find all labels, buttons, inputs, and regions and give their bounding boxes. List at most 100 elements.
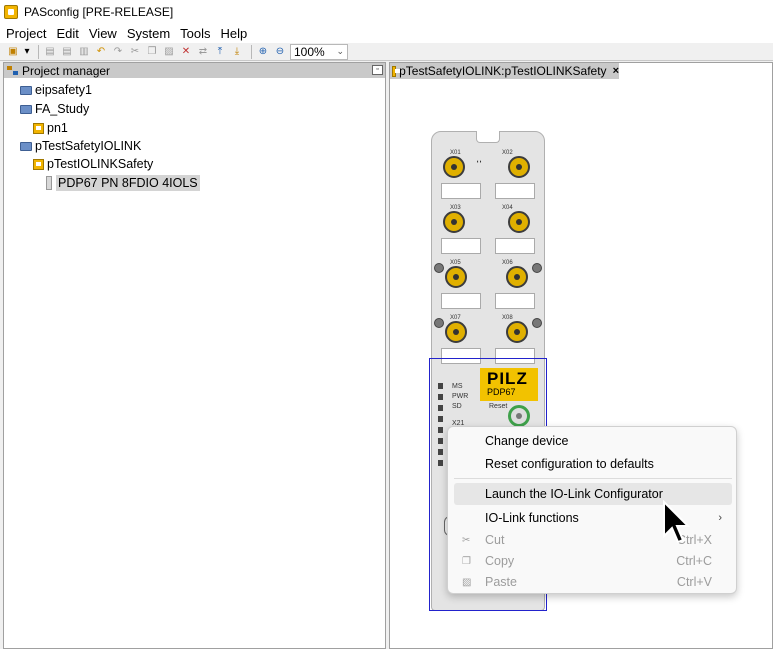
tree-item-label: FA_Study — [35, 102, 90, 116]
project-icon — [33, 158, 44, 170]
m12-connector-icon[interactable] — [506, 321, 528, 343]
zoom-value: 100% — [294, 44, 325, 59]
menu-system[interactable]: System — [123, 26, 174, 41]
folder-icon — [20, 141, 32, 151]
screw-icon — [434, 263, 444, 273]
window-title: PASconfig [PRE-RELEASE] — [24, 4, 174, 19]
menu-item-copy[interactable]: ❐ Copy Ctrl+C — [454, 550, 732, 572]
tree-item-label: eipsafety1 — [35, 83, 92, 97]
tree-item-pn1[interactable]: pn1 — [33, 119, 68, 137]
m12-connector-icon[interactable] — [508, 211, 530, 233]
m12-connector-icon[interactable] — [443, 211, 465, 233]
screw-icon — [434, 318, 444, 328]
tab-ptestiolinksafety[interactable]: pTestSafetyIOLINK:pTestIOLINKSafety × — [390, 63, 619, 79]
copy-icon[interactable]: ❐ — [145, 45, 159, 59]
m12-connector-icon[interactable] — [508, 156, 530, 178]
m12-connector-icon[interactable] — [445, 321, 467, 343]
port-label-field[interactable] — [495, 238, 535, 254]
save-all-icon[interactable]: ▤ — [60, 45, 74, 59]
pasconfig-app-icon — [4, 4, 18, 19]
toolbar-separator — [38, 44, 39, 59]
port-label-field[interactable] — [495, 293, 535, 309]
port-label-field[interactable] — [495, 183, 535, 199]
zoom-out-icon[interactable]: ⊖ — [273, 45, 287, 59]
zoom-select[interactable]: 100% ⌄ — [290, 43, 348, 60]
chevron-right-icon: › — [718, 512, 722, 524]
menu-tools[interactable]: Tools — [176, 26, 214, 41]
cut-icon: ✂ — [462, 534, 471, 546]
port-label-x06: X06 — [502, 260, 513, 266]
paste-icon[interactable]: ▨ — [162, 45, 176, 59]
port-label-field[interactable] — [441, 238, 481, 254]
tab-label: pTestSafetyIOLINK:pTestIOLINKSafety — [399, 64, 607, 78]
tree-item-ptestsafetyiolink[interactable]: pTestSafetyIOLINK — [20, 137, 141, 155]
m12-connector-icon[interactable] — [445, 266, 467, 288]
project-icon — [392, 65, 401, 77]
dropdown-arrow-icon[interactable]: ▾ — [23, 45, 31, 59]
tree-item-fa-study[interactable]: FA_Study — [20, 100, 89, 118]
menu-view[interactable]: View — [85, 26, 121, 41]
menu-bar: Project Edit View System Tools Help — [0, 23, 773, 43]
menu-item-label: Launch the IO-Link Configurator — [485, 487, 663, 501]
port-label-x04: X04 — [502, 205, 513, 211]
menu-item-launch-iolink-configurator[interactable]: Launch the IO-Link Configurator — [454, 483, 732, 505]
print-icon[interactable]: ▥ — [77, 45, 91, 59]
menu-item-label: Paste — [485, 575, 517, 589]
title-bar: PASconfig [PRE-RELEASE] — [0, 0, 773, 23]
undo-icon[interactable]: ↶ — [94, 45, 108, 59]
menu-item-label: IO-Link functions — [485, 511, 579, 525]
menu-edit[interactable]: Edit — [52, 26, 82, 41]
menu-item-cut[interactable]: ✂ Cut Ctrl+X — [454, 529, 732, 551]
tree-item-label: PDP67 PN 8FDIO 4IOLS — [56, 175, 200, 191]
tree-item-pdp67-device[interactable]: PDP67 PN 8FDIO 4IOLS — [46, 174, 200, 192]
delete-icon[interactable]: ✕ — [179, 45, 193, 59]
port-pair-x03-x04[interactable]: X03 X04 — [436, 204, 540, 260]
upload-icon[interactable]: ⤒ — [213, 45, 227, 59]
mounting-hole — [476, 131, 500, 143]
menu-item-change-device[interactable]: Change device — [454, 430, 732, 452]
paste-icon: ▨ — [462, 576, 472, 588]
port-pair-x01-x02[interactable]: X01 X02 ◖◗ — [436, 149, 540, 205]
port-pair-x05-x06[interactable]: X05 X06 — [434, 259, 542, 315]
restore-panel-icon[interactable]: ▫ — [372, 65, 383, 75]
chevron-down-icon: ⌄ — [336, 46, 344, 56]
tree-item-label: pTestSafetyIOLINK — [35, 139, 142, 153]
cut-icon[interactable]: ✂ — [128, 45, 142, 59]
zoom-in-icon[interactable]: ⊕ — [256, 45, 270, 59]
project-manager-header: Project manager ▫ — [4, 63, 385, 78]
project-manager-icon — [7, 65, 18, 75]
save-icon[interactable]: ▤ — [43, 45, 57, 59]
menu-project[interactable]: Project — [2, 26, 50, 41]
screw-icon — [532, 263, 542, 273]
menu-separator — [454, 478, 732, 479]
project-manager-panel: Project manager ▫ eipsafety1 FA_Study pn… — [3, 62, 386, 649]
folder-icon — [20, 104, 32, 114]
m12-connector-icon[interactable] — [443, 156, 465, 178]
menu-item-label: Reset configuration to defaults — [485, 457, 654, 471]
menu-item-reset-configuration[interactable]: Reset configuration to defaults — [454, 453, 732, 475]
device-icon — [46, 176, 52, 190]
mouse-pointer-icon — [663, 500, 690, 544]
new-project-icon[interactable]: ▣ — [6, 45, 20, 59]
tree-item-eipsafety1[interactable]: eipsafety1 — [20, 81, 92, 99]
menu-item-label: Change device — [485, 434, 569, 448]
tree-item-ptestiolinksafety[interactable]: pTestIOLINKSafety — [33, 155, 153, 173]
menu-item-iolink-functions[interactable]: IO-Link functions › — [454, 507, 732, 529]
port-label-field[interactable] — [441, 183, 481, 199]
tree-item-label: pn1 — [47, 121, 68, 135]
redo-icon[interactable]: ↷ — [111, 45, 125, 59]
menu-help[interactable]: Help — [217, 26, 252, 41]
compare-icon[interactable]: ⇄ — [196, 45, 210, 59]
folder-icon — [20, 85, 32, 95]
menu-item-shortcut: Ctrl+V — [676, 575, 712, 589]
close-icon[interactable]: × — [613, 65, 619, 77]
menu-item-label: Copy — [485, 554, 515, 568]
io-marking: ◖◗ — [476, 159, 483, 165]
toolbar-separator — [251, 44, 252, 59]
port-label-field[interactable] — [441, 293, 481, 309]
tree-item-label: pTestIOLINKSafety — [47, 157, 154, 171]
m12-connector-icon[interactable] — [506, 266, 528, 288]
download-icon[interactable]: ⤓ — [230, 45, 244, 59]
menu-item-paste[interactable]: ▨ Paste Ctrl+V — [454, 571, 732, 593]
copy-icon: ❐ — [462, 555, 471, 567]
